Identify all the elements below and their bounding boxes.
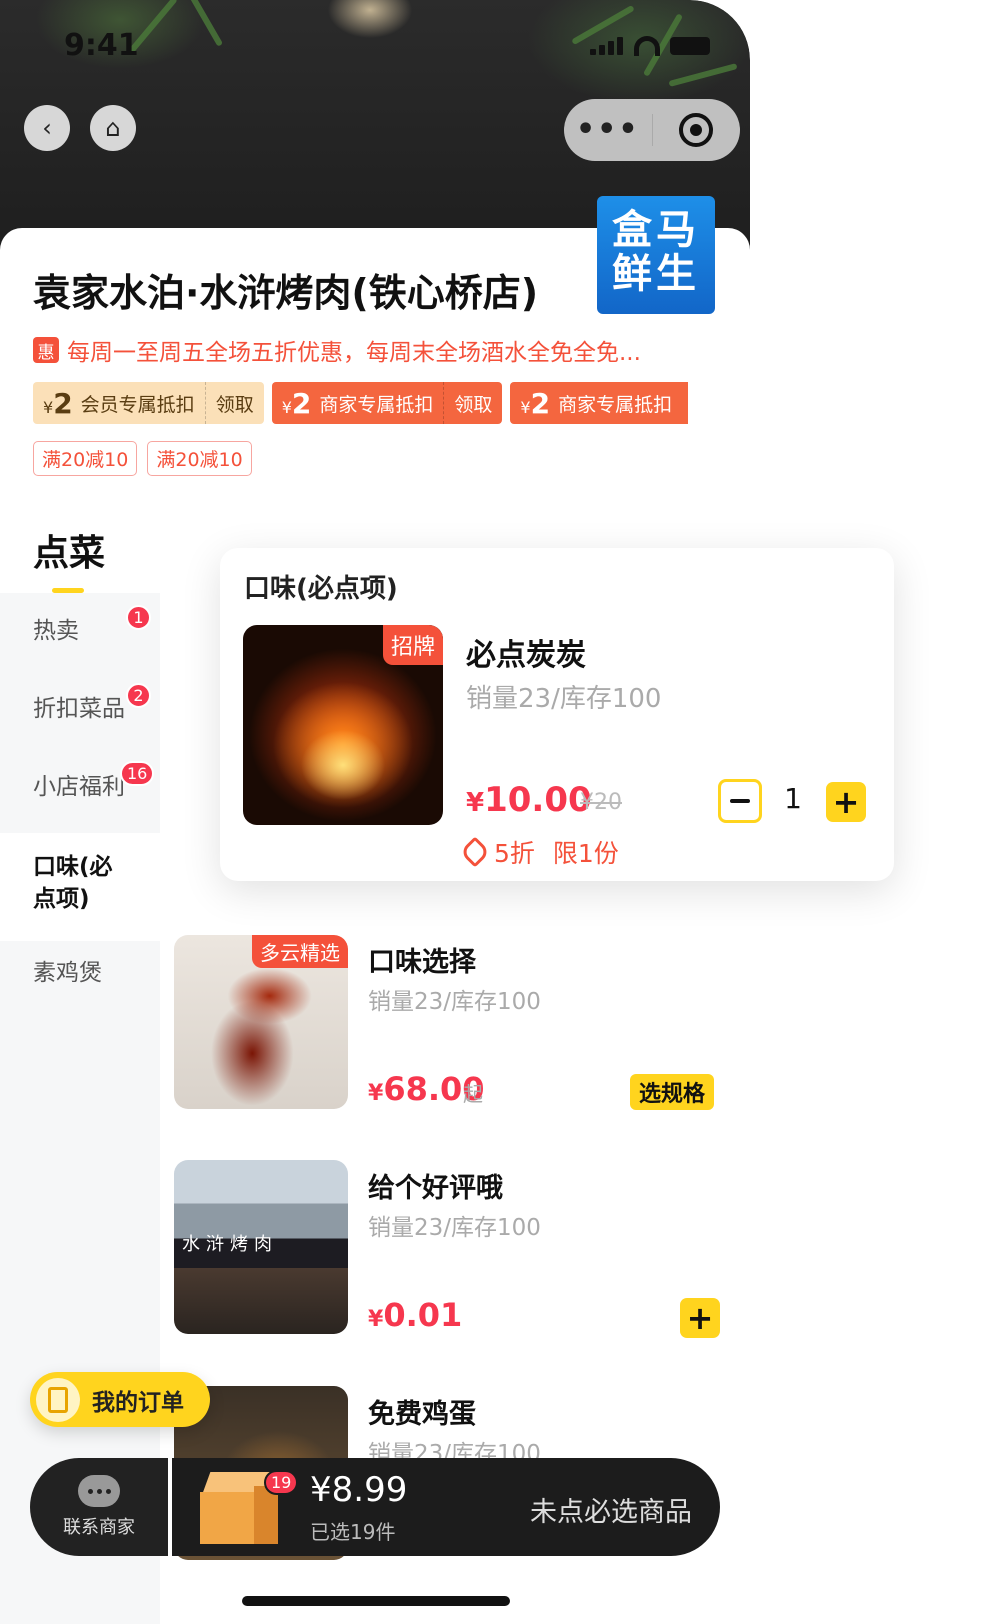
product-price: ¥0.01 — [368, 1296, 463, 1334]
sidebar-item-label: 热卖 — [33, 618, 79, 644]
decrease-quantity-button[interactable] — [718, 779, 762, 823]
section-title: 口味(必点项) — [244, 574, 398, 604]
discount-tags: 满20减10 满20减10 — [33, 441, 252, 476]
promo-badge: 惠 — [33, 337, 59, 363]
product-ribbon: 多云精选 — [252, 935, 348, 968]
chevron-left-icon: ‹ — [42, 114, 52, 142]
product-sales: 销量23/库存100 — [368, 989, 541, 1015]
close-miniprogram-button[interactable] — [653, 113, 741, 147]
cart-count-badge: 19 — [264, 1470, 299, 1495]
product-name[interactable]: 口味选择 — [368, 940, 476, 979]
logo-text-bottom: 鲜生 — [612, 251, 700, 297]
coupon-label: 商家专属抵扣 — [319, 393, 434, 416]
product-ribbon: 招牌 — [382, 625, 443, 665]
price-suffix: 起 — [463, 1082, 483, 1106]
product-sales: 销量23/库存100 — [466, 684, 662, 714]
home-button[interactable]: ⌂ — [90, 105, 136, 151]
discount-tag: 满20减10 — [147, 441, 252, 476]
required-items-notice[interactable]: 未点必选商品 — [530, 1490, 692, 1529]
my-orders-button[interactable]: 我的订单 — [30, 1372, 210, 1427]
quantity-value: 1 — [784, 782, 802, 815]
coupon-body: ¥2 商家专属抵扣 — [510, 382, 682, 424]
status-icons — [590, 36, 710, 56]
checkout-bar: 联系商家 19 ¥8.99 已选19件 未点必选商品 — [30, 1458, 720, 1556]
original-price: ¥20 — [580, 790, 622, 815]
product-name[interactable]: 免费鸡蛋 — [368, 1392, 476, 1431]
discount-info: 5折 限1份 — [459, 834, 619, 870]
increase-quantity-button[interactable]: + — [826, 782, 866, 822]
product-image[interactable]: 招牌 — [243, 625, 443, 825]
receipt-icon — [36, 1377, 80, 1422]
product-name[interactable]: 必点炭炭 — [466, 630, 586, 674]
shop-logo: 盒马 鲜生 — [597, 196, 715, 314]
coupon-amount: ¥2 — [520, 386, 551, 420]
coupon-member[interactable]: ¥2 会员专属抵扣 领取 — [33, 382, 264, 424]
signal-icon — [590, 37, 624, 55]
status-time: 9:41 — [64, 28, 139, 63]
chat-icon — [78, 1475, 120, 1507]
contact-label: 联系商家 — [63, 1517, 135, 1538]
claim-coupon-button[interactable]: 领取 — [204, 382, 264, 424]
target-icon — [679, 113, 714, 147]
battery-icon — [670, 37, 710, 55]
minus-icon — [730, 799, 750, 803]
coupon-list: ¥2 会员专属抵扣 领取 ¥2 商家专属抵扣 领取 ¥2 商家专属抵扣 — [33, 382, 689, 424]
product-image[interactable]: 水浒烤肉 — [174, 1160, 348, 1334]
coupon-label: 商家专属抵扣 — [558, 393, 673, 416]
shop-title: 袁家水泊·水浒烤肉(铁心桥店) — [33, 271, 539, 315]
home-indicator — [242, 1596, 510, 1606]
tab-order-food[interactable]: 点菜 — [33, 524, 105, 576]
category-count-badge: 1 — [126, 605, 151, 630]
promo-banner[interactable]: 惠 每周一至周五全场五折优惠，每周末全场酒水全免全免... — [33, 333, 641, 367]
sidebar-item-flavor-required[interactable]: 口味(必点项) — [0, 833, 160, 941]
coupon-body: ¥2 商家专属抵扣 — [272, 382, 444, 424]
wifi-icon — [634, 36, 660, 56]
product-sales: 销量23/库存100 — [368, 1215, 541, 1241]
cart-summary[interactable]: 19 ¥8.99 已选19件 未点必选商品 — [172, 1458, 720, 1556]
coupon-merchant[interactable]: ¥2 商家专属抵扣 领取 — [271, 382, 503, 424]
my-orders-label: 我的订单 — [92, 1389, 184, 1416]
claim-coupon-button[interactable]: 领取 — [443, 382, 502, 424]
cart-item-count: 已选19件 — [310, 1520, 396, 1544]
discount-tag: 满20减10 — [33, 441, 138, 476]
discount-rate: 5折 — [494, 839, 535, 868]
contact-merchant-button[interactable]: 联系商家 — [30, 1458, 168, 1556]
plus-icon: + — [832, 783, 860, 821]
cart-total: ¥8.99 — [310, 1470, 408, 1510]
purchase-limit: 限1份 — [552, 839, 619, 868]
coupon-label: 会员专属抵扣 — [80, 393, 195, 416]
select-spec-button[interactable]: 选规格 — [630, 1074, 715, 1110]
sidebar-item-label: 素鸡煲 — [33, 960, 102, 986]
coupon-amount: ¥2 — [281, 386, 312, 420]
coupon-amount: ¥2 — [43, 386, 73, 420]
sidebar-item-chicken-pot[interactable]: 素鸡煲 — [0, 953, 160, 987]
home-icon: ⌂ — [105, 114, 121, 142]
storefront-sign: 水浒烤肉 — [182, 1234, 278, 1255]
sidebar-item-label: 折扣菜品 — [33, 696, 125, 722]
category-count-badge: 2 — [126, 683, 151, 708]
miniprogram-capsule: ••• — [564, 99, 740, 161]
back-button[interactable]: ‹ — [24, 105, 70, 151]
price-tag-icon — [459, 836, 491, 868]
coupon-body: ¥2 会员专属抵扣 — [33, 382, 205, 424]
product-image[interactable]: 多云精选 — [174, 935, 348, 1109]
category-count-badge: 16 — [120, 761, 155, 786]
logo-text-top: 盒马 — [612, 207, 700, 253]
product-name[interactable]: 给个好评哦 — [368, 1166, 503, 1205]
add-to-cart-button[interactable]: + — [680, 1298, 720, 1338]
product-price: ¥10.00 — [466, 780, 592, 820]
sidebar-item-label: 口味(必点项) — [33, 854, 113, 912]
coupon-merchant[interactable]: ¥2 商家专属抵扣 — [510, 382, 689, 424]
promo-text: 每周一至周五全场五折优惠，每周末全场酒水全免全免... — [67, 340, 641, 366]
more-options-button[interactable]: ••• — [564, 99, 652, 161]
sidebar-item-label: 小店福利 — [33, 774, 125, 800]
